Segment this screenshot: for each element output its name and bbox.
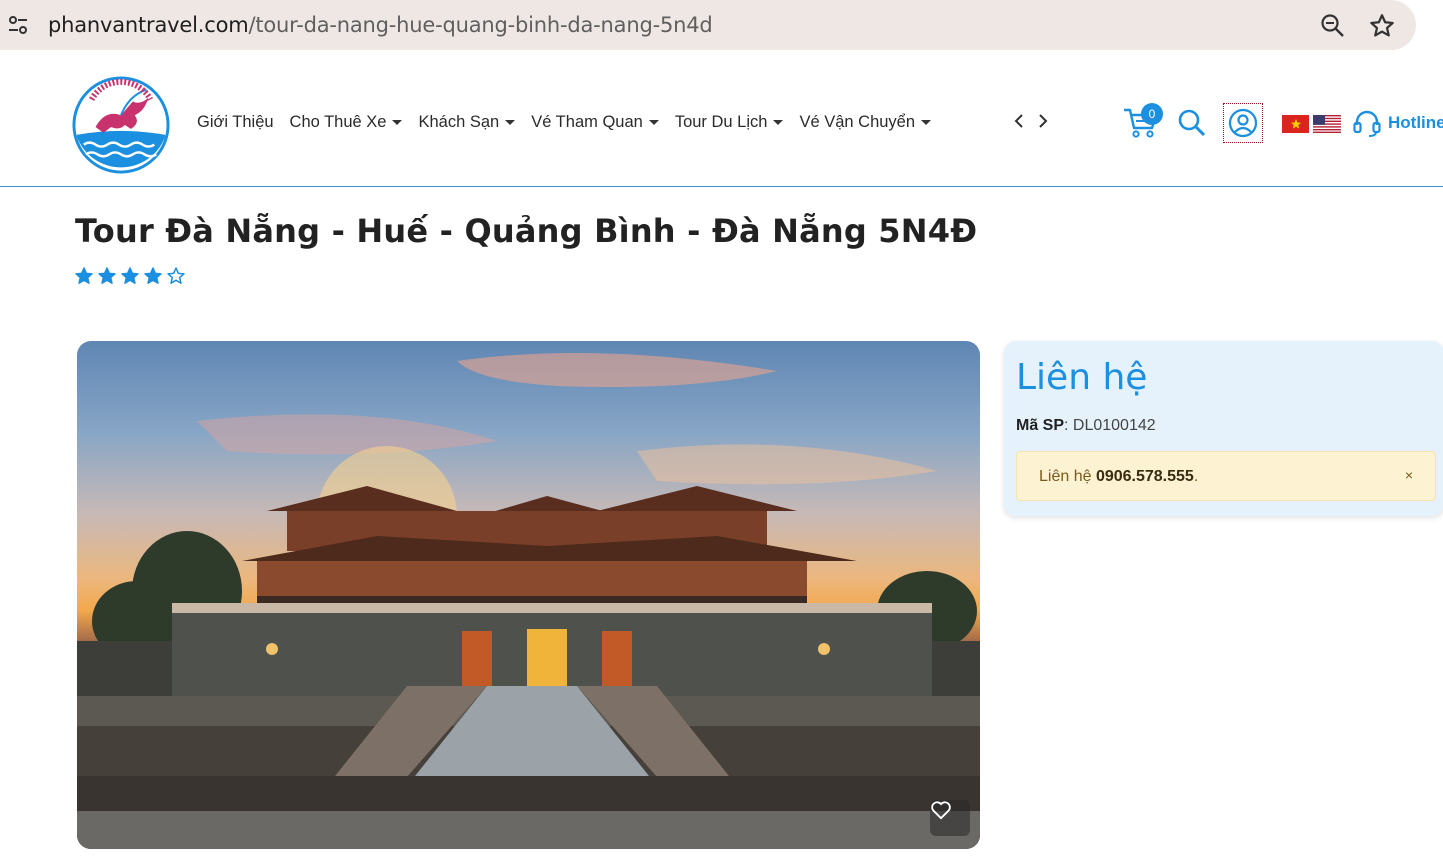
hotline-label: Hotline [1388,113,1443,132]
caret-down-icon [392,120,403,125]
site-info-icon[interactable] [6,13,30,37]
heart-icon [931,801,951,820]
site-header: Giới Thiệu Cho Thuê Xe Khách Sạn Vé Tham Qu… [0,60,1443,187]
cart-count-badge: 0 [1141,103,1163,125]
chevron-left-icon[interactable] [1012,112,1026,130]
close-icon[interactable]: × [1405,467,1413,483]
user-icon [1228,108,1258,138]
star-rating [74,266,186,286]
star-filled-icon [144,267,162,284]
browser-toolbar: phanvantravel.com/tour-da-nang-hue-quang… [0,0,1443,60]
hotline-link[interactable]: Hotline [1352,108,1443,138]
nav-item-label: Khách Sạn [418,113,500,131]
sku-value: DL0100142 [1072,417,1156,434]
url-domain: phanvantravel.com [48,13,249,37]
sku-label: Mã SP [1016,417,1065,434]
nav-item-cho-thue-xe[interactable]: Cho Thuê Xe [290,113,403,132]
tour-hero-image[interactable] [77,341,980,849]
main-nav: Giới Thiệu Cho Thuê Xe Khách Sạn Vé Tham Qu… [197,113,947,132]
nav-item-label: Vé Vận Chuyển [799,113,916,131]
zoom-icon[interactable] [1320,13,1346,39]
address-bar[interactable]: phanvantravel.com/tour-da-nang-hue-quang… [0,0,1416,50]
alert-prefix: Liên hệ [1039,468,1096,485]
url-text[interactable]: phanvantravel.com/tour-da-nang-hue-quang… [48,13,713,37]
alert-suffix: . [1193,468,1199,485]
contact-alert: Liên hệ 0906.578.555. × [1016,451,1436,501]
account-button[interactable] [1223,103,1263,143]
nav-item-label: Giới Thiệu [197,113,274,131]
us-flag-icon[interactable] [1313,115,1341,133]
page-title: Tour Đà Nẵng - Huế - Quảng Bình - Đà Nẵn… [75,212,978,250]
nav-item-label: Vé Tham Quan [531,113,643,131]
nav-scroll-arrows [1012,112,1050,130]
caret-down-icon [921,120,932,125]
caret-down-icon [773,120,784,125]
bookmark-star-icon[interactable] [1368,12,1396,40]
nav-item-ve-van-chuyen[interactable]: Vé Vận Chuyển [799,113,932,132]
headset-icon [1353,110,1381,137]
caret-down-icon [648,120,659,125]
nav-item-label: Tour Du Lịch [674,113,768,131]
favorite-button[interactable] [930,800,970,836]
chevron-right-icon[interactable] [1036,112,1050,130]
alert-text: Liên hệ 0906.578.555. [1039,468,1198,486]
star-filled-icon [75,267,93,284]
hotline-number[interactable]: 0906.578.555 [1096,468,1194,485]
nav-item-ve-tham-quan[interactable]: Vé Tham Quan [531,113,659,132]
url-path: /tour-da-nang-hue-quang-binh-da-nang-5n4… [248,13,713,37]
contact-heading: Liên hệ [1016,357,1148,398]
nav-item-label: Cho Thuê Xe [289,113,387,131]
hue-citadel-illustration [77,353,980,849]
search-icon[interactable] [1177,108,1207,138]
star-filled-icon [98,267,116,284]
vietnam-flag-icon[interactable] [1282,115,1309,133]
product-code: Mã SP: DL0100142 [1016,417,1156,434]
star-empty-icon [167,267,185,284]
nav-item-tour-du-lich[interactable]: Tour Du Lịch [675,113,784,132]
star-filled-icon [121,267,139,284]
company-logo[interactable] [72,76,170,174]
nav-item-khach-san[interactable]: Khách Sạn [418,113,516,132]
contact-panel: Liên hệ Mã SP: DL0100142 Liên hệ 0906.57… [1004,341,1443,516]
nav-item-gioi-thieu[interactable]: Giới Thiệu [197,113,274,132]
caret-down-icon [505,120,516,125]
